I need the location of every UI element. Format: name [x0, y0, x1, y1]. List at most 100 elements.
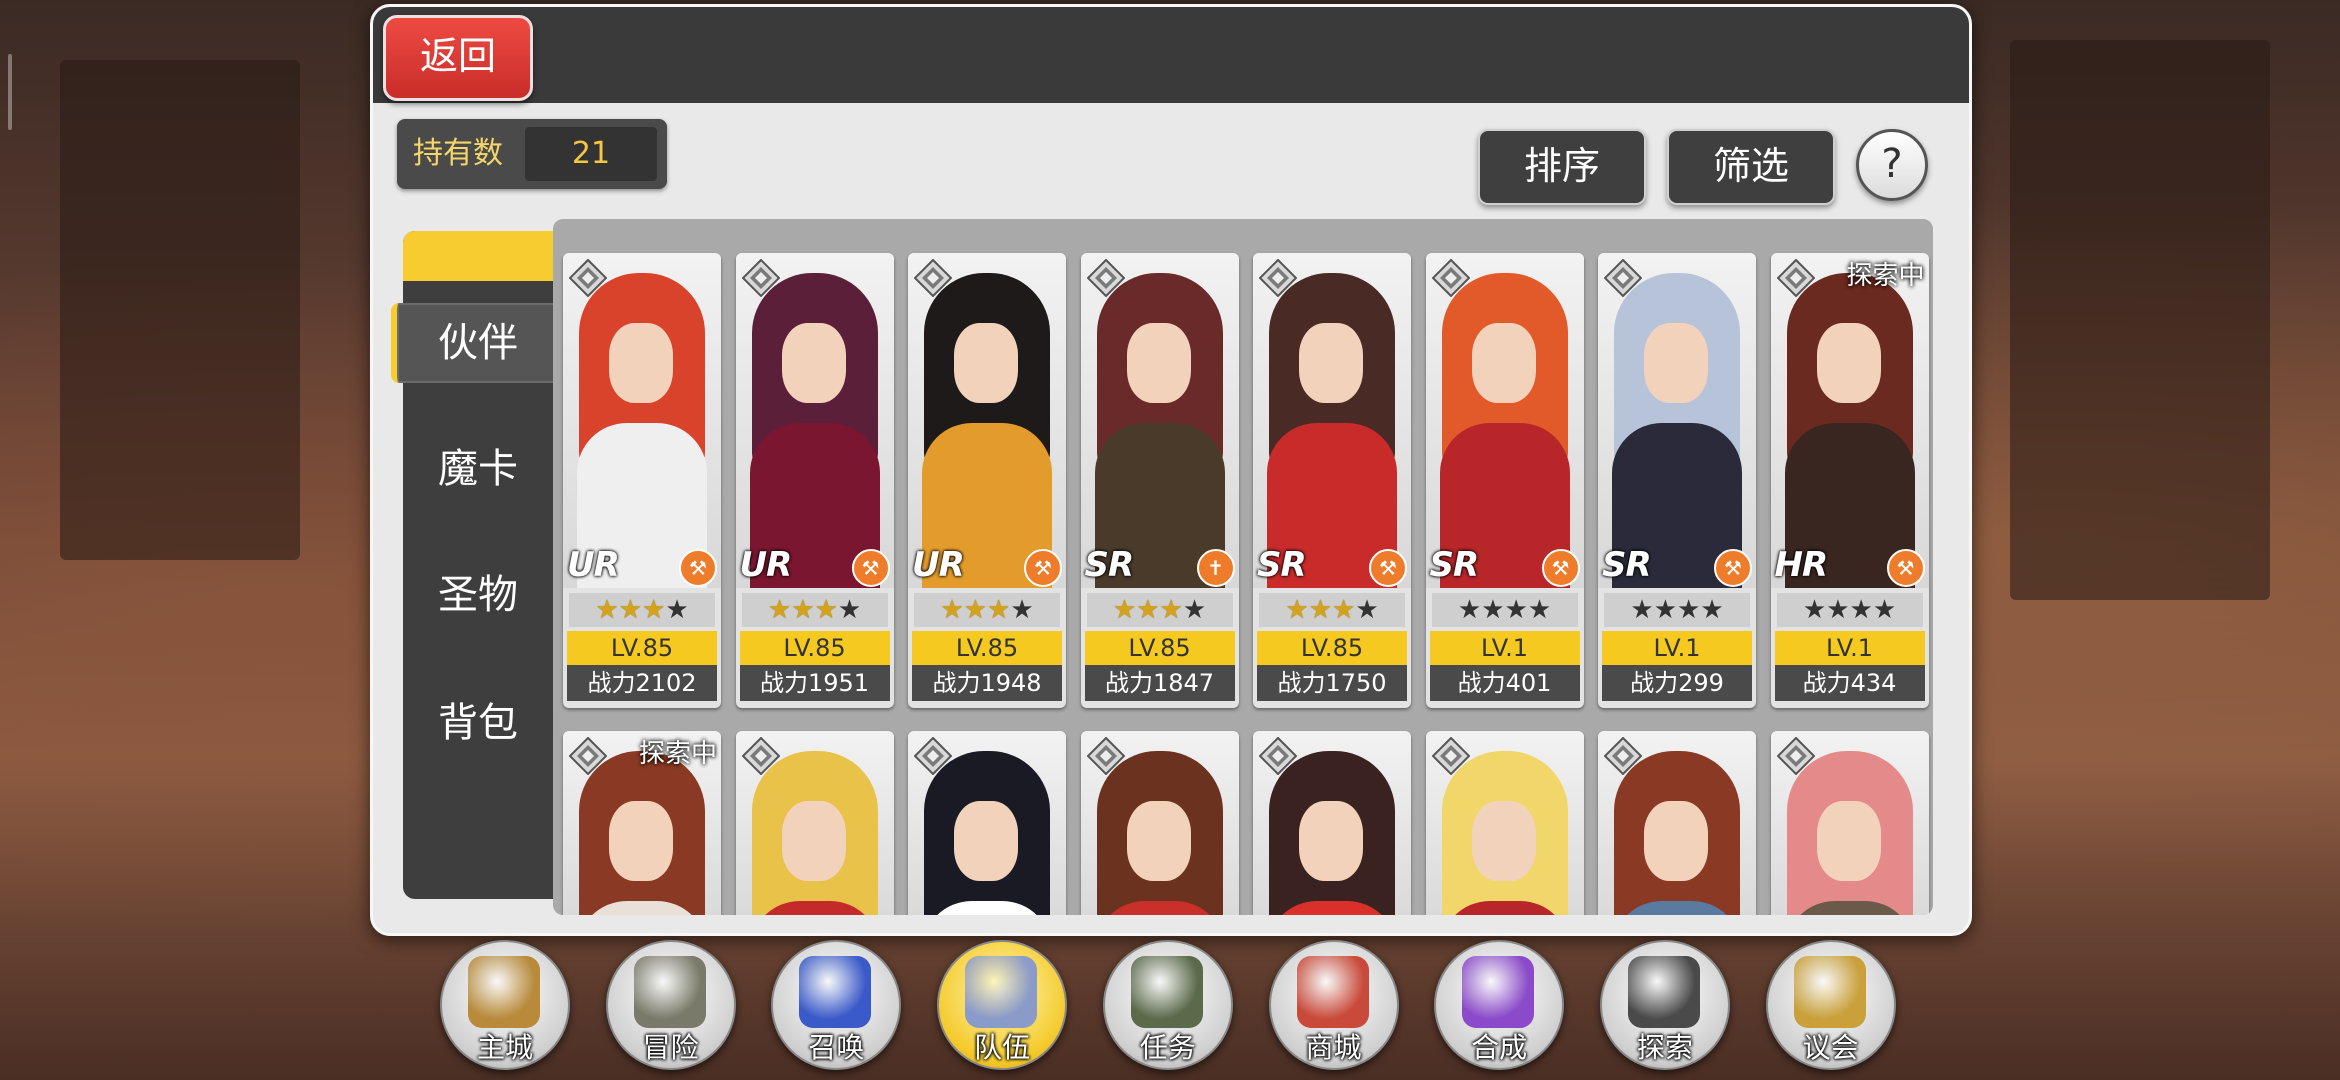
star-icon: ★ — [963, 595, 987, 625]
council-icon — [1793, 956, 1866, 1028]
nav-item-swords[interactable]: 冒险 — [605, 940, 736, 1070]
star-icon: ★ — [642, 595, 666, 625]
character-portrait — [1080, 731, 1239, 915]
class-weapon-icon: ⚒ — [679, 549, 717, 587]
character-card[interactable]: SR ⚒ ★★★★ LV.1 战力401 — [1425, 253, 1584, 708]
rank-diamond-icon — [741, 736, 780, 776]
power-label: 战力1951 — [739, 665, 890, 701]
owned-count-label: 持有数 — [413, 136, 503, 171]
class-weapon-icon: ⚒ — [1369, 549, 1407, 587]
star-icon: ★ — [1481, 595, 1505, 625]
nav-label: 合成 — [1471, 1031, 1528, 1064]
star-icon: ★ — [1849, 595, 1873, 625]
tab-header-accent — [403, 231, 553, 281]
character-card[interactable]: UR ⚒ ★★★★ LV.85 战力2102 — [563, 253, 721, 708]
nav-item-crown[interactable]: 主城 — [440, 940, 570, 1070]
star-icon: ★ — [791, 595, 815, 625]
character-card[interactable] — [1770, 731, 1929, 915]
nav-item-compass[interactable]: 探索 — [1599, 940, 1730, 1070]
nav-item-summon-card[interactable]: 召唤 — [771, 940, 902, 1070]
character-card[interactable]: SR ✝ ★★★★ LV.85 战力1847 — [1080, 253, 1239, 708]
level-label: LV.1 — [1429, 631, 1580, 665]
portrait-face — [781, 323, 846, 403]
tab-relic[interactable]: 圣物 — [403, 555, 553, 635]
sort-button[interactable]: 排序 — [1478, 129, 1646, 205]
character-card[interactable] — [1253, 731, 1411, 915]
rank-diamond-icon — [568, 258, 608, 298]
portrait-face — [1816, 323, 1881, 403]
star-icon: ★ — [1332, 595, 1356, 625]
nav-item-team-emblem[interactable]: 队伍 — [937, 940, 1068, 1070]
team-emblem-icon — [965, 956, 1038, 1028]
category-tabs: 伙伴 魔卡 圣物 背包 — [391, 231, 559, 899]
nav-item-potion[interactable]: 合成 — [1434, 940, 1565, 1070]
potion-icon — [1462, 956, 1535, 1028]
star-icon: ★ — [1630, 595, 1654, 625]
owned-count-value: 21 — [525, 127, 657, 181]
rank-diamond-icon — [568, 736, 608, 776]
class-weapon-icon: ⚒ — [851, 549, 890, 587]
character-card[interactable]: 探索中 — [563, 731, 721, 915]
nav-label: 召唤 — [808, 1031, 865, 1064]
class-weapon-icon: ⚒ — [1886, 549, 1925, 587]
rarity-badge: UR — [739, 545, 793, 585]
shop-tree-icon — [1296, 956, 1369, 1028]
character-card[interactable]: SR ⚒ ★★★★ LV.85 战力1750 — [1253, 253, 1411, 708]
rank-diamond-icon — [1431, 736, 1470, 776]
background-shelf-right — [2010, 40, 2270, 600]
level-label: LV.85 — [912, 631, 1062, 665]
level-label: LV.85 — [1257, 631, 1407, 665]
nav-item-quest-book[interactable]: 任务 — [1102, 940, 1233, 1070]
back-button[interactable]: 返回 — [383, 15, 533, 101]
character-card[interactable] — [1425, 731, 1584, 915]
tab-magic-card[interactable]: 魔卡 — [403, 429, 553, 509]
power-label: 战力1847 — [1084, 665, 1235, 701]
nav-label: 冒险 — [642, 1031, 699, 1064]
quest-book-icon — [1130, 956, 1203, 1028]
rarity-badge: SR — [1602, 545, 1652, 585]
rarity-badge: SR — [1084, 545, 1135, 585]
help-button[interactable]: ? — [1856, 129, 1928, 201]
star-icon: ★ — [1653, 595, 1677, 625]
star-rating: ★★★★ — [1086, 593, 1233, 627]
tab-partner[interactable]: 伙伴 — [391, 303, 559, 383]
character-card[interactable]: 探索中 HR ⚒ ★★★★ LV.1 战力434 — [1770, 253, 1929, 708]
portrait-face — [1644, 323, 1708, 403]
star-rating: ★★★★ — [1604, 593, 1750, 627]
character-card[interactable]: SR ⚒ ★★★★ LV.1 战力299 — [1598, 253, 1756, 708]
nav-item-shop-tree[interactable]: 商城 — [1268, 940, 1399, 1070]
star-rating: ★★★★ — [1259, 593, 1405, 627]
star-icon: ★ — [665, 595, 689, 625]
portrait-face — [1299, 323, 1363, 403]
star-icon: ★ — [1677, 595, 1701, 625]
rarity-badge: UR — [567, 545, 620, 585]
filter-button[interactable]: 筛选 — [1667, 129, 1835, 205]
character-card[interactable] — [735, 731, 894, 915]
character-card[interactable] — [1080, 731, 1239, 915]
star-rating: ★★★★ — [1431, 593, 1578, 627]
tab-backpack[interactable]: 背包 — [403, 683, 553, 763]
level-label: LV.1 — [1602, 631, 1752, 665]
character-card[interactable] — [908, 731, 1066, 915]
nav-item-council[interactable]: 议会 — [1765, 940, 1896, 1070]
power-label: 战力401 — [1429, 665, 1580, 701]
star-icon: ★ — [1802, 595, 1827, 625]
rank-diamond-icon — [1086, 736, 1125, 776]
character-card[interactable]: UR ⚒ ★★★★ LV.85 战力1948 — [908, 253, 1066, 708]
character-portrait: SR ⚒ — [1425, 253, 1584, 588]
nav-label: 探索 — [1636, 1031, 1693, 1064]
star-icon: ★ — [1872, 595, 1897, 625]
rank-diamond-icon — [1776, 736, 1815, 776]
crown-icon — [468, 956, 540, 1028]
character-card[interactable] — [1598, 731, 1756, 915]
portrait-face — [1471, 323, 1536, 403]
level-label: LV.85 — [1084, 631, 1235, 665]
swords-icon — [633, 956, 706, 1028]
character-portrait — [1598, 731, 1756, 915]
rank-diamond-icon — [1603, 736, 1643, 776]
nav-label: 队伍 — [974, 1031, 1031, 1064]
portrait-face — [954, 801, 1018, 881]
rank-diamond-icon — [1603, 258, 1643, 298]
star-icon: ★ — [1159, 595, 1183, 625]
character-card[interactable]: UR ⚒ ★★★★ LV.85 战力1951 — [735, 253, 894, 708]
